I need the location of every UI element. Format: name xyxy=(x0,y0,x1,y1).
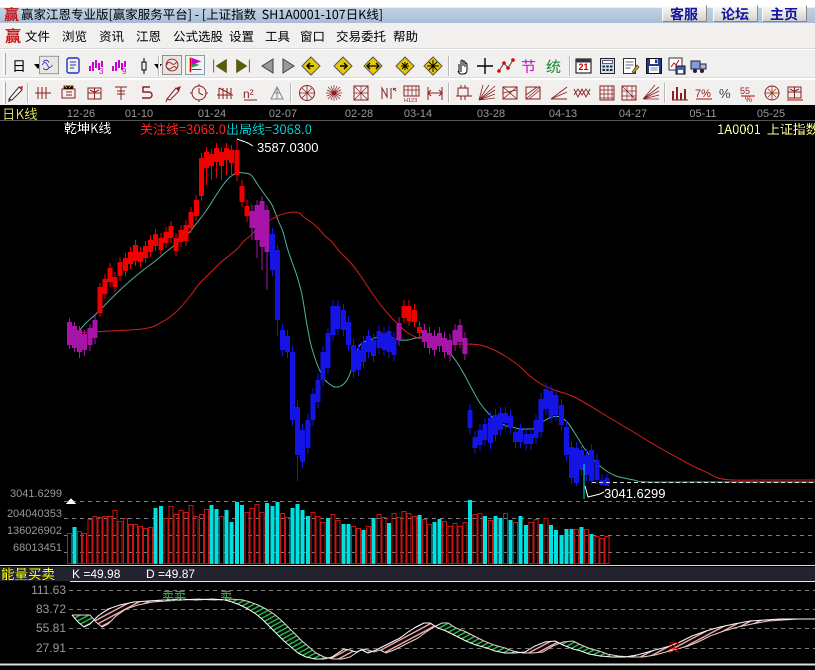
svg-text:3041.6299: 3041.6299 xyxy=(10,488,62,500)
svg-text:12-26: 12-26 xyxy=(67,108,95,120)
svg-text:n²: n² xyxy=(243,87,254,101)
svg-text:55.81: 55.81 xyxy=(36,621,66,635)
svg-text:03-14: 03-14 xyxy=(404,108,432,120)
svg-text:136026902: 136026902 xyxy=(7,525,62,537)
svg-text:68013451: 68013451 xyxy=(13,542,62,554)
svg-text:204040353: 204040353 xyxy=(7,508,62,520)
svg-text:02-07: 02-07 xyxy=(269,108,297,120)
svg-text:K =49.98: K =49.98 xyxy=(72,567,121,581)
svg-text:H123: H123 xyxy=(404,98,417,103)
svg-text:27.91: 27.91 xyxy=(36,641,66,655)
svg-text:02-28: 02-28 xyxy=(345,108,373,120)
svg-text:3041.6299: 3041.6299 xyxy=(604,486,665,501)
svg-text:04-27: 04-27 xyxy=(619,108,647,120)
svg-text:%: % xyxy=(745,95,752,103)
svg-text:7%: 7% xyxy=(695,88,711,100)
svg-text:111.63: 111.63 xyxy=(31,583,66,597)
svg-text:01-10: 01-10 xyxy=(125,108,153,120)
svg-text:3: 3 xyxy=(99,67,104,76)
svg-text:83.72: 83.72 xyxy=(36,602,66,616)
svg-text:D =49.87: D =49.87 xyxy=(146,567,195,581)
svg-text:3587.0300: 3587.0300 xyxy=(257,140,318,155)
svg-text:03-28: 03-28 xyxy=(477,108,505,120)
svg-text:9: 9 xyxy=(122,67,127,76)
svg-text:01-24: 01-24 xyxy=(198,108,226,120)
svg-text:05-25: 05-25 xyxy=(757,108,785,120)
svg-text:05-11: 05-11 xyxy=(689,108,716,120)
svg-text:%: % xyxy=(719,86,731,101)
svg-text:04-13: 04-13 xyxy=(549,108,577,120)
svg-text:21: 21 xyxy=(579,62,589,72)
